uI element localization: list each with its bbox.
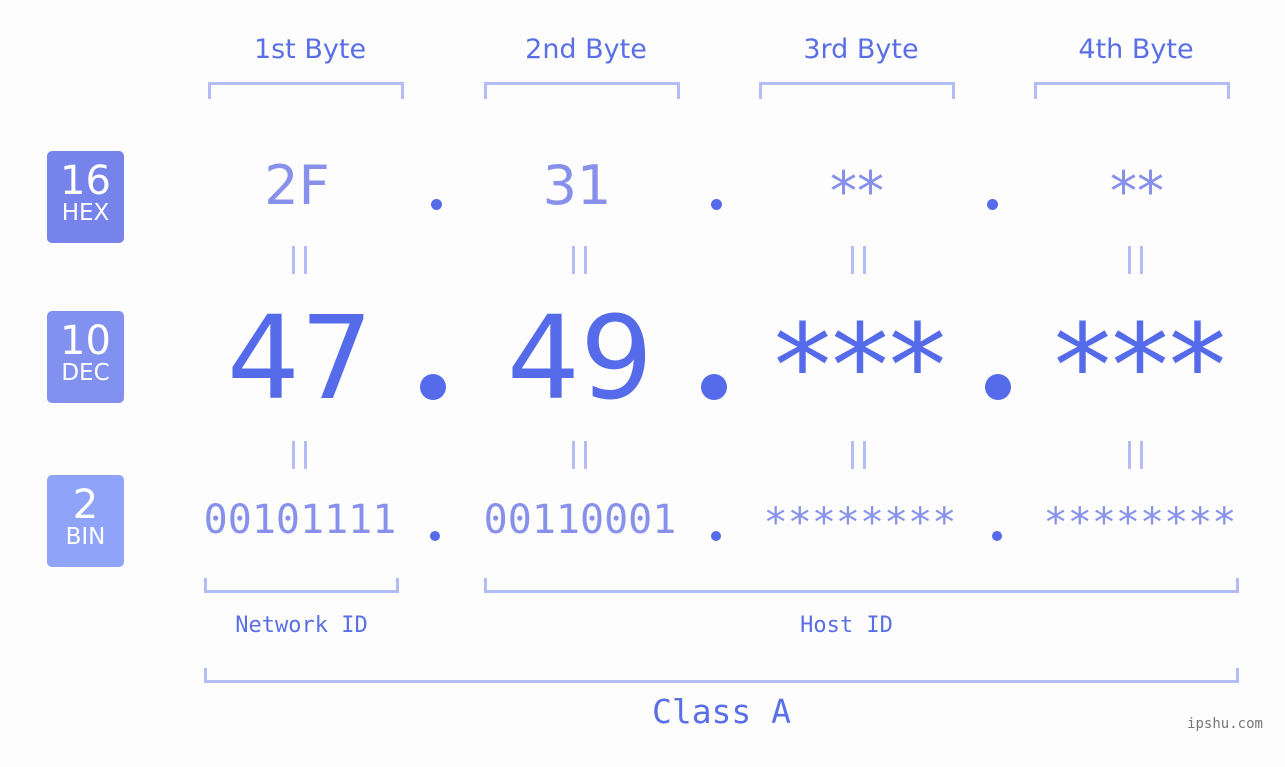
equals-8b [1140, 441, 1143, 469]
bin-byte-1: 00101111 [203, 497, 397, 543]
hex-dot-2 [711, 199, 722, 210]
host-id-label: Host ID [800, 613, 893, 638]
byte-header-2: 2nd Byte [525, 34, 647, 65]
hex-byte-2: 31 [542, 154, 612, 217]
equals-3b [863, 246, 866, 274]
equals-8a [1128, 441, 1131, 469]
hex-badge: 16 HEX [47, 151, 124, 243]
network-id-bracket [204, 578, 399, 593]
equals-6b [584, 441, 587, 469]
equals-7b [863, 441, 866, 469]
equals-2a [572, 246, 575, 274]
bin-byte-3: ******** [763, 500, 957, 546]
dec-dot-3 [985, 374, 1011, 400]
dec-byte-1: 47 [226, 292, 374, 426]
hex-badge-label: HEX [61, 200, 110, 226]
byte-header-3: 3rd Byte [803, 34, 919, 65]
bin-dot-1 [430, 531, 440, 541]
equals-3a [851, 246, 854, 274]
bin-byte-4: ******** [1043, 500, 1237, 546]
equals-4a [1128, 246, 1131, 274]
network-id-label: Network ID [235, 613, 368, 638]
bin-dot-3 [992, 531, 1002, 541]
dec-dot-2 [701, 374, 727, 400]
dec-byte-2: 49 [506, 292, 654, 426]
dec-badge: 10 DEC [47, 311, 124, 403]
byte-header-4: 4th Byte [1078, 34, 1194, 65]
bin-dot-2 [711, 531, 721, 541]
dec-byte-4: *** [1053, 300, 1227, 434]
class-bracket [204, 668, 1239, 683]
equals-2b [584, 246, 587, 274]
byte-bracket-1 [208, 82, 404, 99]
byte-bracket-2 [484, 82, 680, 99]
watermark: ipshu.com [1187, 716, 1263, 732]
equals-5b [304, 441, 307, 469]
host-id-bracket [484, 578, 1239, 593]
equals-6a [572, 441, 575, 469]
equals-1a [292, 246, 295, 274]
bin-badge: 2 BIN [47, 475, 124, 567]
bin-byte-2: 00110001 [483, 497, 677, 543]
hex-dot-1 [431, 199, 442, 210]
hex-byte-3: ** [830, 160, 884, 223]
equals-4b [1140, 246, 1143, 274]
hex-dot-3 [987, 199, 998, 210]
dec-dot-1 [420, 374, 446, 400]
bin-badge-number: 2 [72, 482, 99, 528]
bin-badge-label: BIN [65, 524, 106, 550]
byte-header-1: 1st Byte [253, 34, 367, 65]
byte-bracket-4 [1034, 82, 1230, 99]
dec-badge-number: 10 [60, 318, 111, 364]
dec-byte-3: *** [773, 300, 947, 434]
byte-bracket-3 [759, 82, 955, 99]
hex-byte-1: 2F [264, 154, 330, 217]
hex-byte-4: ** [1110, 160, 1164, 223]
equals-5a [292, 441, 295, 469]
dec-badge-label: DEC [61, 360, 110, 386]
equals-1b [304, 246, 307, 274]
class-label: Class A [651, 692, 792, 731]
equals-7a [851, 441, 854, 469]
hex-badge-number: 16 [60, 158, 111, 204]
